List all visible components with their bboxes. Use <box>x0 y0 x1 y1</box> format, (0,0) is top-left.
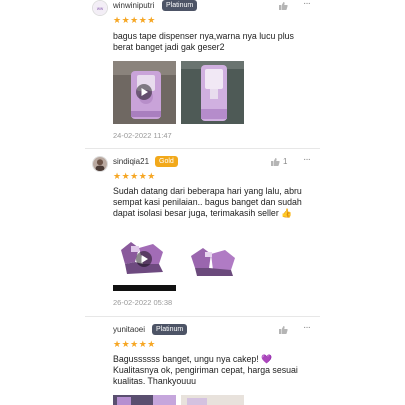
review-photo[interactable] <box>113 395 176 405</box>
username[interactable]: sindiqia21 <box>113 157 149 166</box>
review-date: 26-02-2022 05:38 <box>113 298 173 307</box>
username[interactable]: winwiniputri <box>113 1 154 10</box>
username[interactable]: yunitaoei <box>113 325 145 334</box>
avatar[interactable] <box>92 156 108 172</box>
review-photo[interactable] <box>181 228 244 291</box>
tier-badge: Gold <box>155 156 178 167</box>
review-card: ww winwiniputri Platinum ··· ★★★★★ bagus… <box>85 0 320 145</box>
avatar[interactable]: ww <box>92 0 108 16</box>
review-photo[interactable] <box>181 395 244 405</box>
review-date: 24-02-2022 11:47 <box>113 131 172 140</box>
like-icon[interactable] <box>278 1 288 11</box>
like-icon[interactable] <box>270 157 280 167</box>
star-rating: ★★★★★ <box>113 339 156 349</box>
svg-text:ww: ww <box>97 6 104 11</box>
review-video-thumbnail[interactable] <box>113 228 176 291</box>
like-count: 1 <box>283 157 288 166</box>
divider <box>85 316 320 317</box>
star-rating: ★★★★★ <box>113 15 156 25</box>
review-list: { "reviews": [ { "username": "winwiniput… <box>0 0 405 405</box>
review-card: yunitaoei Platinum ··· ★★★★★ Bagussssss … <box>85 322 320 405</box>
review-photo[interactable] <box>181 61 244 124</box>
review-video-thumbnail[interactable] <box>113 61 176 124</box>
more-icon[interactable]: ··· <box>303 322 311 333</box>
tier-badge: Platinum <box>162 0 198 11</box>
more-icon[interactable]: ··· <box>303 0 311 9</box>
review-text: Bagussssss banget, ungu nya cakep! 💜 Kua… <box>113 354 298 386</box>
review-text: Sudah datang dari beberapa hari yang lal… <box>113 186 302 218</box>
review-text: bagus tape dispenser nya,warna nya lucu … <box>113 31 294 52</box>
like-icon[interactable] <box>278 325 288 335</box>
star-rating: ★★★★★ <box>113 171 156 181</box>
more-icon[interactable]: ··· <box>303 154 311 165</box>
tier-badge: Platinum <box>152 324 188 335</box>
divider <box>85 148 320 149</box>
review-card: sindiqia21 Gold 1 ··· ★★★★★ Sudah datang… <box>85 154 320 311</box>
